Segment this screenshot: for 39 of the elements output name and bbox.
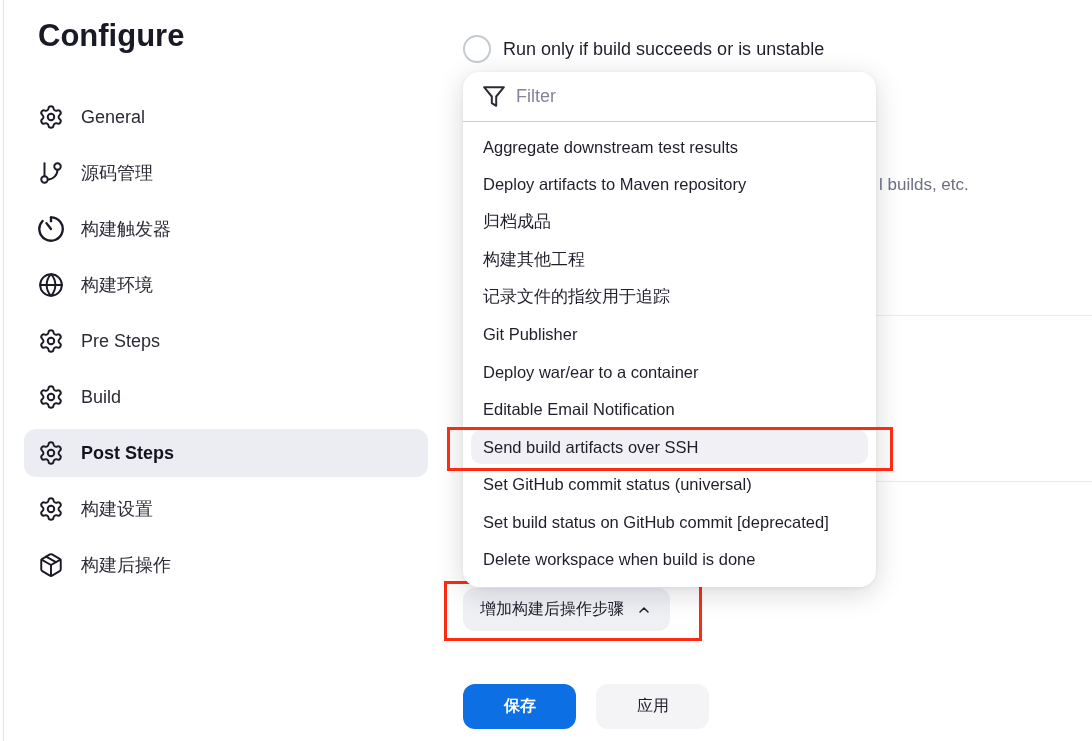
menu-item[interactable]: Set build status on GitHub commit [deprecated] (471, 505, 868, 539)
description-text: l builds, etc. (879, 174, 969, 196)
sidebar-item[interactable]: Build (24, 373, 428, 421)
apply-button[interactable]: 应用 (596, 684, 709, 729)
menu-item[interactable]: 归档成品 (471, 205, 868, 239)
menu-item[interactable]: Delete workspace when build is done (471, 542, 868, 577)
package-icon (38, 552, 64, 578)
menu-item[interactable]: Set GitHub commit status (universal) (471, 467, 868, 502)
gear-icon (38, 496, 64, 522)
menu-item[interactable]: 构建其他工程 (471, 242, 868, 277)
menu-item[interactable]: Aggregate downstream test results (471, 130, 868, 164)
menu-item[interactable]: 记录文件的指纹用于追踪 (471, 280, 868, 314)
menu-item[interactable]: Deploy war/ear to a container (471, 355, 868, 389)
menu-item[interactable]: Editable Email Notification (471, 392, 868, 427)
gear-icon (38, 384, 64, 410)
menu-item[interactable]: Git Publisher (471, 317, 868, 352)
page-title: Configure (38, 18, 185, 54)
filter-field[interactable]: Filter (516, 80, 856, 113)
radio-button[interactable] (463, 35, 491, 63)
gear-icon (38, 328, 64, 354)
timer-icon (38, 216, 64, 242)
sidebar-item[interactable]: 构建设置 (24, 485, 428, 533)
filter-icon (483, 86, 505, 107)
sidebar-item[interactable]: 源码管理 (24, 149, 428, 197)
gear-icon (38, 440, 64, 466)
sidebar-item[interactable]: 构建后操作 (24, 541, 428, 589)
menu-item[interactable]: Deploy artifacts to Maven repository (471, 167, 868, 202)
branch-icon (38, 160, 64, 186)
gear-icon (38, 104, 64, 130)
globe-icon (38, 272, 64, 298)
sidebar-item[interactable]: 构建环境 (24, 261, 428, 309)
sidebar-item[interactable]: Post Steps (24, 429, 428, 477)
option-label: Run only if build succeeds or is unstable (503, 38, 825, 60)
save-button[interactable]: 保存 (463, 684, 576, 729)
sidebar-item[interactable]: Pre Steps (24, 317, 428, 365)
add-step-button[interactable]: 增加构建后操作步骤 (463, 588, 670, 631)
menu-item[interactable]: Send build artifacts over SSH (471, 430, 868, 464)
sidebar-item[interactable]: General (24, 93, 428, 141)
sidebar-item[interactable]: 构建触发器 (24, 205, 428, 253)
